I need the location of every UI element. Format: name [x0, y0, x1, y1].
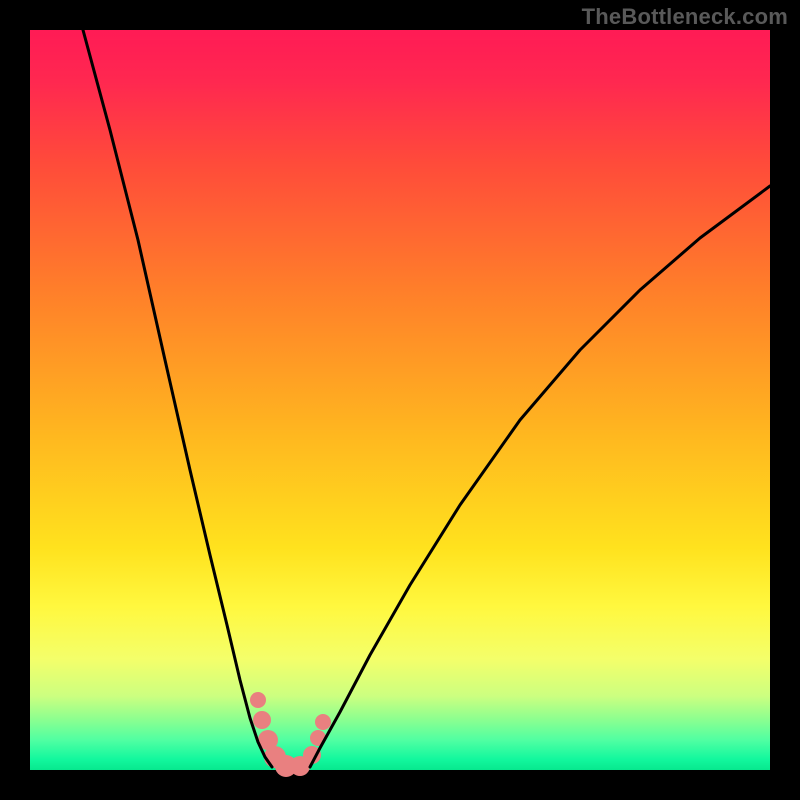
highlight-dot — [253, 711, 271, 729]
bottleneck-chart — [0, 0, 800, 800]
watermark-text: TheBottleneck.com — [582, 4, 788, 30]
highlight-dot — [315, 714, 331, 730]
chart-stage: TheBottleneck.com — [0, 0, 800, 800]
plot-background — [30, 30, 770, 770]
highlight-dot — [250, 692, 266, 708]
